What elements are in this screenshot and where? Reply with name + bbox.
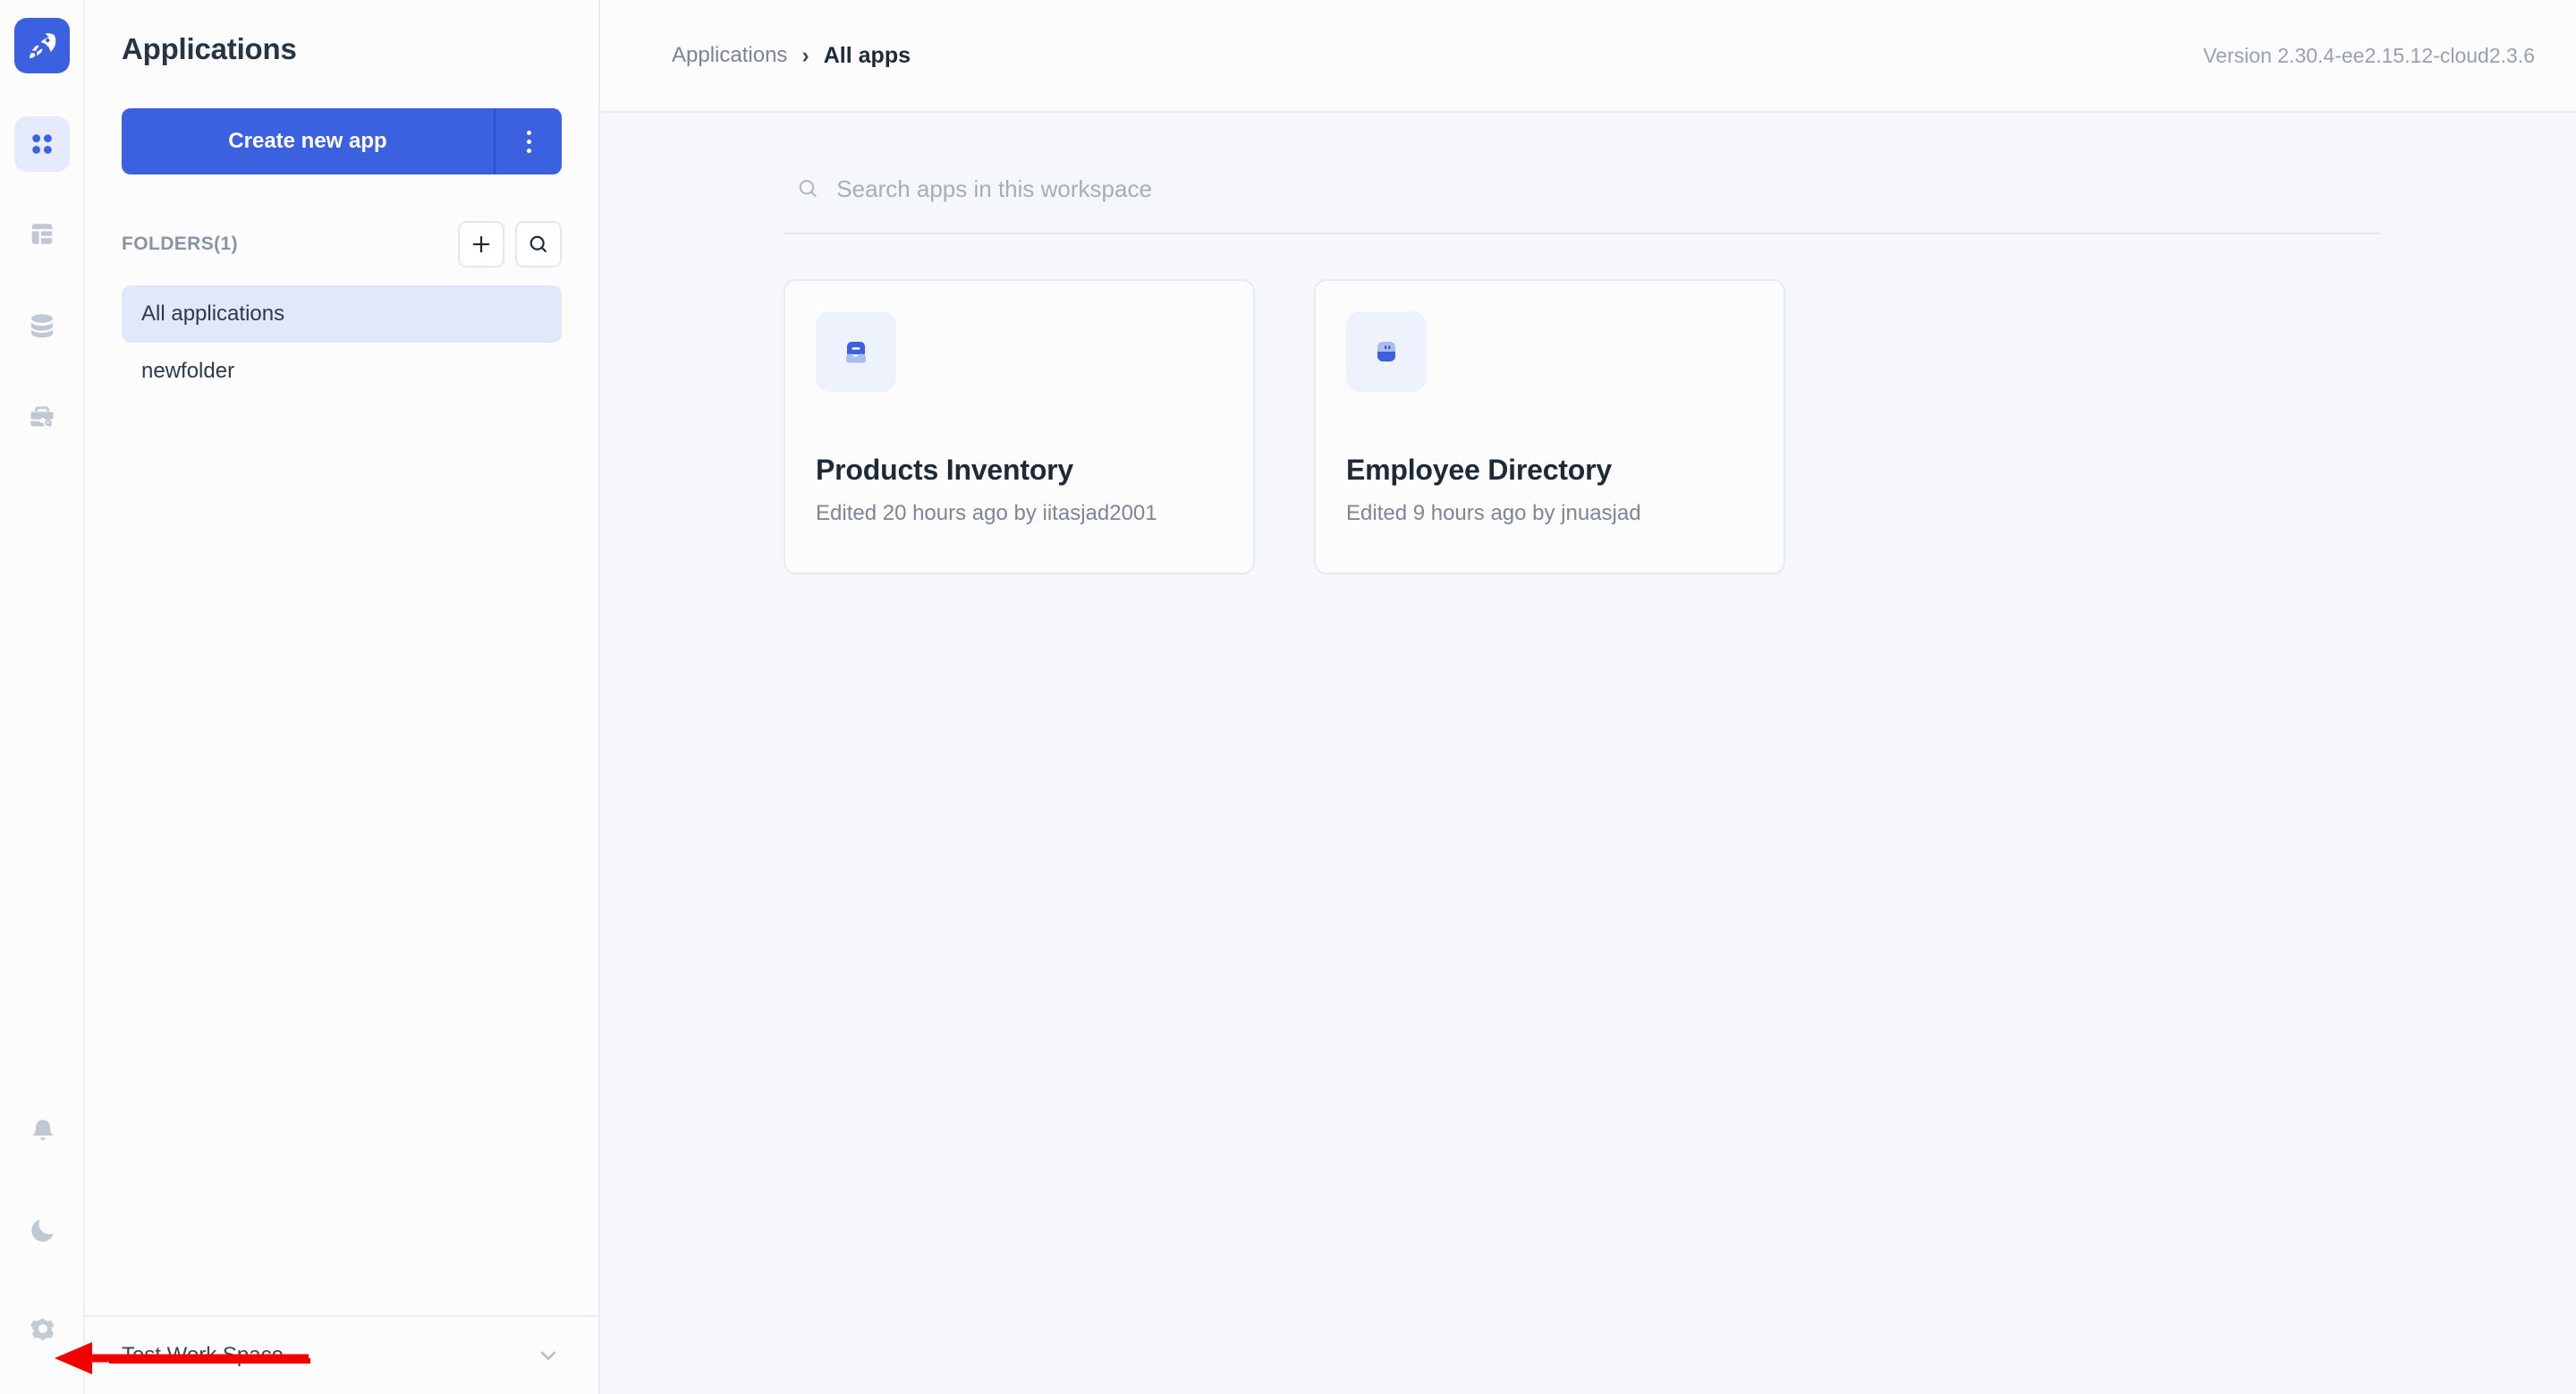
app-card-meta: Edited 9 hours ago by jnuasjad	[1346, 501, 1641, 525]
primary-icon-rail	[0, 0, 85, 1394]
rocket-logo[interactable]	[13, 18, 70, 73]
grid-apps-icon	[31, 134, 52, 154]
folder-list: All applications newfolder	[122, 285, 562, 400]
create-new-app-group: Create new app	[122, 108, 562, 174]
search-apps-row	[784, 157, 2380, 220]
rail-bottom-items	[0, 1104, 85, 1356]
search-icon	[799, 180, 817, 198]
apps-content-inner: Products Inventory Edited 20 hours ago b…	[784, 157, 2380, 574]
breadcrumb: Applications › All apps	[672, 43, 2203, 69]
search-input[interactable]	[836, 174, 2368, 203]
moon-icon	[30, 1220, 54, 1242]
breadcrumb-applications[interactable]: Applications	[672, 43, 787, 68]
apps-content-area: Products Inventory Edited 20 hours ago b…	[600, 113, 2576, 1394]
add-folder-button[interactable]	[458, 221, 504, 268]
folders-count-label: FOLDERS(1)	[122, 234, 238, 254]
app-card-employee-directory[interactable]: Employee Directory Edited 9 hours ago by…	[1314, 279, 1785, 574]
rail-nav-items	[13, 116, 70, 446]
notifications-button[interactable]	[15, 1104, 71, 1160]
app-card-meta: Edited 20 hours ago by iitasjad2001	[816, 501, 1157, 525]
rocket-icon	[29, 33, 55, 59]
sidebar-item-data-sources[interactable]	[14, 299, 70, 354]
create-new-app-button[interactable]: Create new app	[122, 108, 496, 174]
create-app-options-button[interactable]	[496, 108, 562, 174]
sidebar-item-templates[interactable]	[14, 208, 70, 263]
chevron-down-icon	[540, 1351, 556, 1361]
sidebar-item-workspace-constants[interactable]	[14, 390, 70, 446]
breadcrumb-separator-icon: ›	[801, 42, 809, 68]
robot-icon	[1377, 342, 1395, 361]
app-icon-container	[816, 311, 896, 392]
app-icon-container	[1346, 311, 1427, 392]
kebab-menu-icon	[526, 130, 531, 153]
search-icon	[530, 235, 547, 252]
page-title: Applications	[122, 32, 297, 65]
plus-icon	[472, 235, 490, 253]
gear-icon	[30, 1318, 54, 1341]
folder-label: All applications	[141, 302, 285, 326]
applications-side-panel: Applications Create new app FOLDERS(1) A…	[85, 0, 600, 1394]
version-label: Version 2.30.4-ee2.15.12-cloud2.3.6	[2203, 43, 2535, 67]
main-content: Applications › All apps Version 2.30.4-e…	[600, 0, 2576, 1394]
app-card-products-inventory[interactable]: Products Inventory Edited 20 hours ago b…	[784, 279, 1255, 574]
folder-label: newfolder	[141, 359, 235, 383]
folder-item-newfolder[interactable]: newfolder	[122, 343, 562, 400]
layout-template-icon	[31, 224, 52, 244]
workspace-name: Test Work Space	[122, 1343, 284, 1367]
folder-item-all-applications[interactable]: All applications	[122, 285, 562, 343]
database-icon	[30, 314, 53, 338]
briefcase-key-icon	[30, 406, 54, 427]
workspace-switcher[interactable]: Test Work Space	[85, 1317, 598, 1394]
inbox-icon	[846, 342, 866, 363]
bell-icon	[32, 1119, 53, 1141]
search-folder-button[interactable]	[515, 221, 562, 268]
app-card-title: Products Inventory	[816, 454, 1074, 486]
top-bar: Applications › All apps Version 2.30.4-e…	[600, 0, 2576, 113]
app-card-grid: Products Inventory Edited 20 hours ago b…	[784, 279, 2380, 574]
folders-header: FOLDERS(1)	[122, 219, 562, 269]
settings-button[interactable]	[15, 1301, 71, 1356]
app-root: Applications Create new app FOLDERS(1) A…	[0, 0, 2576, 1394]
sidebar-item-applications[interactable]	[13, 116, 70, 172]
search-divider	[784, 233, 2380, 234]
breadcrumb-all-apps: All apps	[823, 42, 911, 68]
app-card-title: Employee Directory	[1346, 454, 1612, 486]
dark-mode-toggle[interactable]	[15, 1203, 71, 1258]
